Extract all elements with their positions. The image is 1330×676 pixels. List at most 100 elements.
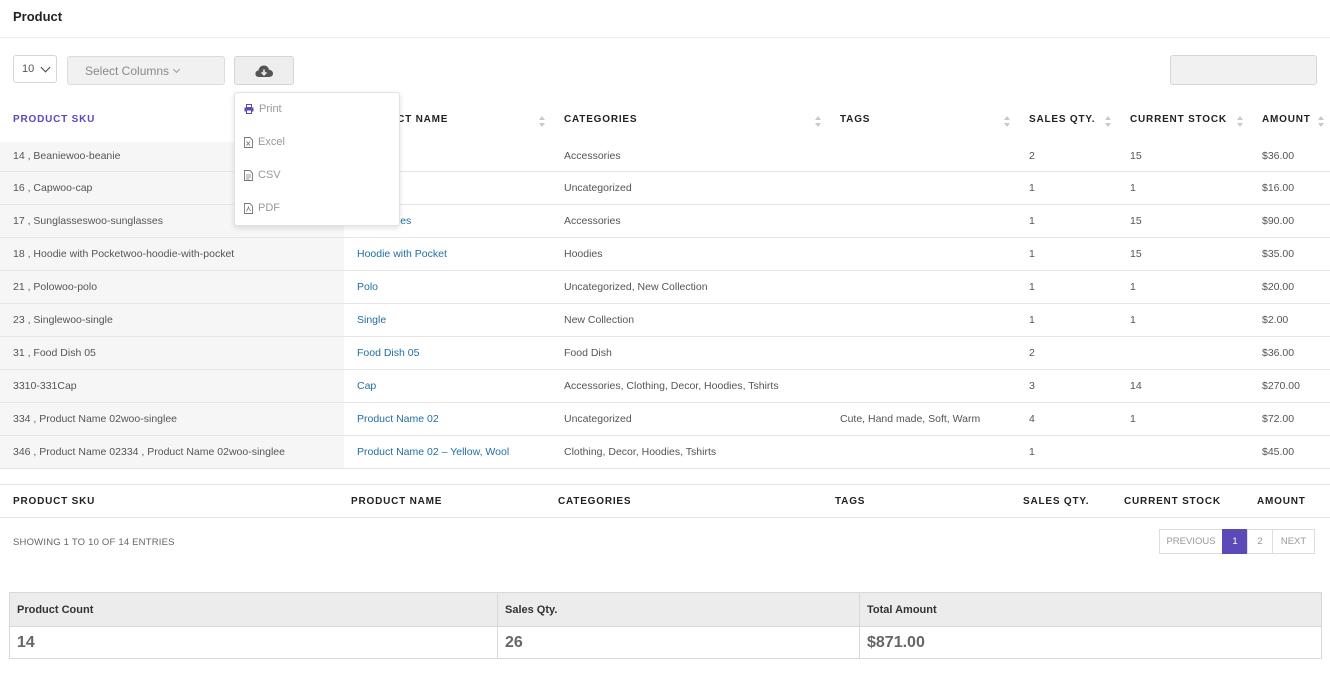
table-row: 14 , Beaniewoo-beanie Beanie Accessories… (0, 134, 1330, 172)
cell-sku: 346 , Product Name 02334 , Product Name … (0, 435, 344, 469)
product-table: PRODUCT SKU PRODUCT NAME CATEGORIES TAGS… (0, 105, 1330, 469)
cell-tags (827, 435, 1016, 469)
cell-amount: $35.00 (1249, 237, 1330, 271)
cell-sales-qty: 4 (1016, 402, 1117, 436)
product-name-link[interactable]: Hoodie with Pocket (344, 237, 551, 271)
previous-page-button[interactable]: PREVIOUS (1159, 529, 1223, 554)
cell-sales-qty: 1 (1016, 435, 1117, 469)
export-csv-label: CSV (258, 169, 281, 181)
sort-icon (1004, 116, 1010, 127)
export-dropdown-menu: Print Excel CSV PDF (234, 92, 400, 226)
select-columns-button[interactable]: Select Columns (67, 56, 225, 85)
export-excel-item[interactable]: Excel (244, 134, 285, 150)
product-name-link[interactable]: Product Name 02 – Yellow, Wool (344, 435, 551, 469)
cell-categories: Accessories, Clothing, Decor, Hoodies, T… (551, 369, 827, 403)
column-header-categories[interactable]: CATEGORIES (551, 105, 827, 139)
cell-categories: Accessories (551, 134, 827, 172)
cell-categories: Uncategorized (551, 402, 827, 436)
cell-tags (827, 369, 1016, 403)
table-header-row: PRODUCT SKU PRODUCT NAME CATEGORIES TAGS… (0, 105, 1330, 139)
sort-icon (1318, 116, 1324, 127)
page-1-button[interactable]: 1 (1222, 529, 1248, 554)
cell-tags (827, 336, 1016, 370)
export-print-label: Print (259, 103, 282, 115)
cell-sales-qty: 1 (1016, 171, 1117, 205)
table-row: 23 , Singlewoo-single Single New Collect… (0, 303, 1330, 337)
cell-categories: Accessories (551, 204, 827, 238)
sales-qty-label: Sales Qty. (497, 592, 860, 627)
cell-stock: 1 (1117, 270, 1249, 304)
export-csv-item[interactable]: CSV (244, 167, 281, 183)
cell-categories: Hoodies (551, 237, 827, 271)
footer-categories: CATEGORIES (545, 484, 822, 518)
entries-info: SHOWING 1 TO 10 OF 14 ENTRIES (13, 537, 175, 548)
export-pdf-item[interactable]: PDF (244, 200, 280, 216)
product-count-value: 14 (9, 626, 498, 659)
column-header-tags[interactable]: TAGS (827, 105, 1016, 139)
cell-sku: 31 , Food Dish 05 (0, 336, 344, 370)
cell-sku: 18 , Hoodie with Pocketwoo-hoodie-with-p… (0, 237, 344, 271)
cell-stock: 1 (1117, 402, 1249, 436)
cell-categories: Uncategorized (551, 171, 827, 205)
footer-product-sku: PRODUCT SKU (0, 484, 338, 518)
cell-amount: $16.00 (1249, 171, 1330, 205)
total-amount-value: $871.00 (859, 626, 1322, 659)
cell-sales-qty: 3 (1016, 369, 1117, 403)
page-length-value: 10 (22, 63, 35, 75)
search-input[interactable] (1170, 55, 1317, 85)
cell-categories: Uncategorized, New Collection (551, 270, 827, 304)
page-2-button[interactable]: 2 (1247, 529, 1273, 554)
sort-icon (1105, 116, 1111, 127)
cell-tags (827, 303, 1016, 337)
export-print-item[interactable]: Print (244, 101, 282, 117)
table-row: 17 , Sunglasseswoo-sunglasses Sunglasses… (0, 204, 1330, 238)
table-row: 334 , Product Name 02woo-singlee Product… (0, 402, 1330, 436)
table-row: 3310-331Cap Cap Accessories, Clothing, D… (0, 369, 1330, 403)
page-length-select[interactable]: 10 (13, 55, 57, 83)
cell-stock (1117, 435, 1249, 469)
table-footer: PRODUCT SKU PRODUCT NAME CATEGORIES TAGS… (0, 484, 1330, 518)
cell-sku: 334 , Product Name 02woo-singlee (0, 402, 344, 436)
table-row: 21 , Polowoo-polo Polo Uncategorized, Ne… (0, 270, 1330, 304)
cell-stock: 15 (1117, 134, 1249, 172)
next-page-button[interactable]: NEXT (1272, 529, 1315, 554)
sales-qty-value: 26 (497, 626, 860, 659)
column-header-amount[interactable]: AMOUNT (1249, 105, 1330, 139)
chevron-down-icon (40, 62, 51, 73)
footer-amount: AMOUNT (1244, 484, 1330, 518)
pagination: PREVIOUS 1 2 NEXT (1159, 529, 1315, 554)
sort-icon (539, 116, 545, 127)
csv-file-icon (244, 169, 253, 181)
column-header-current-stock[interactable]: CURRENT STOCK (1117, 105, 1249, 139)
sort-icon (815, 116, 821, 127)
export-excel-label: Excel (258, 136, 285, 148)
cell-stock: 15 (1117, 237, 1249, 271)
page-title: Product (13, 9, 63, 24)
product-name-link[interactable]: Polo (344, 270, 551, 304)
footer-current-stock: CURRENT STOCK (1111, 484, 1244, 518)
cell-stock: 15 (1117, 204, 1249, 238)
table-footer-row: PRODUCT SKU PRODUCT NAME CATEGORIES TAGS… (0, 484, 1330, 518)
product-name-link[interactable]: Single (344, 303, 551, 337)
cloud-download-icon (255, 65, 273, 77)
product-name-link[interactable]: Food Dish 05 (344, 336, 551, 370)
product-name-link[interactable]: Cap (344, 369, 551, 403)
cell-amount: $36.00 (1249, 134, 1330, 172)
export-pdf-label: PDF (258, 202, 280, 214)
cell-amount: $72.00 (1249, 402, 1330, 436)
cell-sales-qty: 1 (1016, 237, 1117, 271)
cell-sku: 3310-331Cap (0, 369, 344, 403)
cell-tags (827, 204, 1016, 238)
export-button[interactable] (234, 56, 294, 85)
table-row: 18 , Hoodie with Pocketwoo-hoodie-with-p… (0, 237, 1330, 271)
cell-sales-qty: 2 (1016, 134, 1117, 172)
cell-sales-qty: 1 (1016, 204, 1117, 238)
cell-sku: 21 , Polowoo-polo (0, 270, 344, 304)
cell-stock (1117, 336, 1249, 370)
product-name-link[interactable]: Product Name 02 (344, 402, 551, 436)
summary-value-row: 14 26 $871.00 (9, 626, 1322, 659)
pdf-file-icon (244, 202, 253, 214)
cell-sales-qty: 1 (1016, 303, 1117, 337)
column-header-sales-qty[interactable]: SALES QTY. (1016, 105, 1117, 139)
cell-tags (827, 270, 1016, 304)
